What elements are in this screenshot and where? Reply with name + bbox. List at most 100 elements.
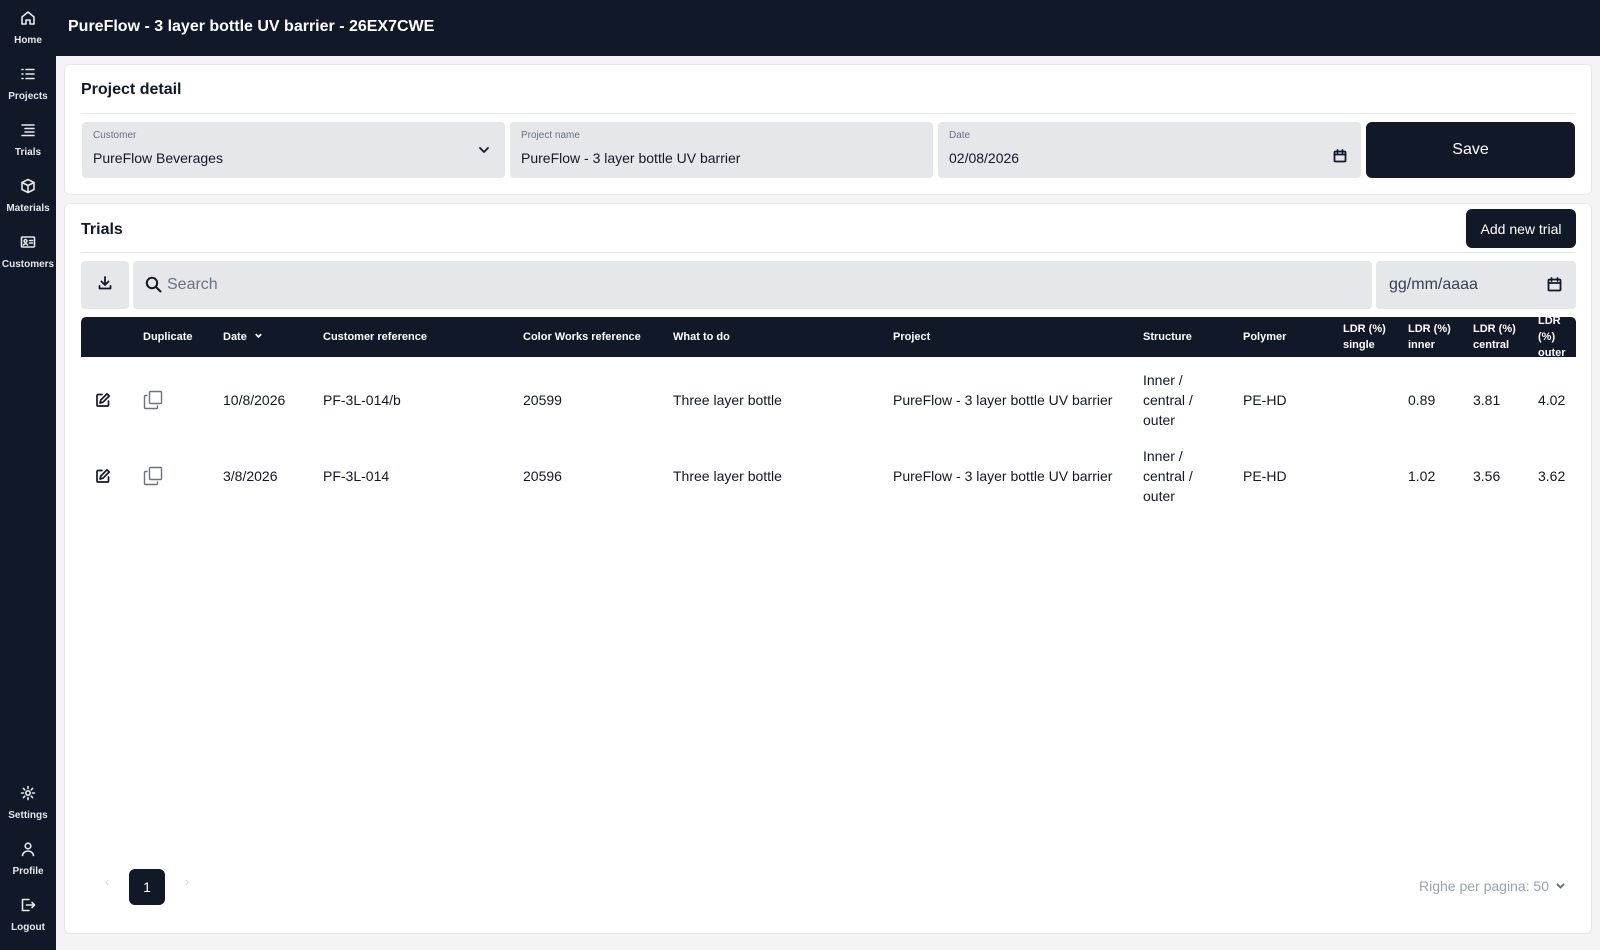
column-structure: Structure [1143, 331, 1192, 343]
cell-structure-line: Inner / [1143, 448, 1183, 464]
rows-per-page-label: Righe per pagina: 50 [1419, 878, 1549, 894]
cell-structure-line: outer [1143, 488, 1175, 504]
table-row[interactable]: 3/8/2026 PF-3L-014 20596 Three layer bot… [81, 438, 1576, 514]
download-icon [97, 275, 113, 296]
column-duplicate: Duplicate [143, 331, 193, 343]
project-detail-card: Project detail Customer PureFlow Beverag… [64, 64, 1592, 195]
edit-icon[interactable] [95, 438, 111, 514]
column-date[interactable]: Date [223, 317, 263, 357]
cell-ldr-central: 3.56 [1473, 468, 1501, 484]
sidebar-item-trials[interactable]: Trials [0, 122, 56, 172]
rows-per-page-select[interactable]: Righe per pagina: 50 [1419, 878, 1566, 894]
date-filter-input[interactable]: gg/mm/aaaa [1376, 261, 1576, 309]
home-icon [20, 10, 36, 31]
calendar-icon[interactable] [1333, 149, 1347, 163]
column-color-works-reference: Color Works reference [523, 331, 641, 343]
project-detail-title: Project detail [81, 81, 182, 98]
cell-structure-line: central / [1143, 392, 1193, 408]
sidebar-item-label: Trials [14, 147, 42, 158]
date-label: Date [949, 130, 971, 141]
column-ldr-inner-line2: inner [1408, 339, 1435, 351]
sidebar-item-label: Logout [11, 922, 45, 933]
date-filter-value: gg/mm/aaaa [1389, 276, 1478, 293]
column-customer-reference: Customer reference [323, 331, 427, 343]
column-ldr-outer: LDR (%) outer [1538, 315, 1576, 359]
column-date-label: Date [223, 331, 247, 343]
column-what-to-do: What to do [673, 331, 730, 343]
cell-structure: Inner / central / outer [1143, 362, 1193, 438]
customer-select[interactable]: Customer PureFlow Beverages [82, 122, 505, 178]
date-value: 02/08/2026 [949, 150, 1020, 166]
page-title: PureFlow - 3 layer bottle UV barrier - 2… [68, 18, 435, 35]
column-ldr-inner-line1: LDR (%) [1408, 323, 1451, 335]
chevron-right-icon: › [184, 873, 190, 889]
date-field[interactable]: Date 02/08/2026 [938, 122, 1361, 178]
sidebar-item-settings[interactable]: Settings [0, 785, 56, 835]
cell-polymer: PE-HD [1243, 468, 1287, 484]
sidebar-item-label: Projects [8, 91, 48, 102]
cell-date: 10/8/2026 [223, 392, 286, 408]
cell-what-to-do: Three layer bottle [673, 468, 782, 484]
column-polymer: Polymer [1243, 331, 1287, 343]
column-ldr-central-line1: LDR (%) [1473, 323, 1516, 335]
trials-card: Trials Add new trial [64, 203, 1592, 934]
sidebar-item-materials[interactable]: Materials [0, 178, 56, 228]
chevron-down-icon [247, 329, 263, 345]
sidebar-item-profile[interactable]: Profile [0, 841, 56, 891]
trials-title: Trials [81, 221, 123, 238]
cell-ldr-central: 3.81 [1473, 392, 1501, 408]
list-icon [20, 66, 36, 87]
previous-page-button[interactable]: ‹ [97, 871, 117, 891]
edit-icon[interactable] [95, 362, 111, 438]
page-button[interactable]: 1 [129, 869, 165, 905]
top-bar: PureFlow - 3 layer bottle UV barrier - 2… [56, 0, 1600, 56]
divider [81, 252, 1575, 253]
sidebar: Home Projects Trials Materials Customers… [0, 0, 56, 950]
sidebar-item-label: Materials [6, 203, 50, 214]
customer-value: PureFlow Beverages [93, 150, 223, 166]
cell-polymer: PE-HD [1243, 392, 1287, 408]
divider [81, 113, 1575, 114]
cell-structure-line: Inner / [1143, 372, 1183, 388]
search-input[interactable] [167, 261, 1347, 308]
column-ldr-inner: LDR (%) inner [1408, 317, 1451, 357]
cell-structure: Inner / central / outer [1143, 438, 1193, 514]
sidebar-item-label: Home [14, 35, 42, 46]
column-ldr-outer-line2: outer [1538, 347, 1566, 359]
next-page-button[interactable]: › [177, 871, 197, 891]
cell-date: 3/8/2026 [223, 468, 278, 484]
cell-ldr-outer: 4.02 [1538, 392, 1566, 408]
cell-customer-reference: PF-3L-014/b [323, 392, 401, 408]
project-name-value: PureFlow - 3 layer bottle UV barrier [521, 150, 741, 166]
table-row[interactable]: 10/8/2026 PF-3L-014/b 20599 Three layer … [81, 362, 1576, 438]
sidebar-item-label: Profile [12, 866, 44, 877]
cell-ldr-outer: 3.62 [1538, 468, 1566, 484]
cell-structure-line: central / [1143, 468, 1193, 484]
sidebar-item-label: Customers [1, 259, 55, 270]
logout-icon [20, 897, 36, 918]
cell-what-to-do: Three layer bottle [673, 392, 782, 408]
cell-project: PureFlow - 3 layer bottle UV barrier [893, 392, 1113, 408]
chevron-down-icon [477, 143, 491, 157]
sidebar-item-projects[interactable]: Projects [0, 66, 56, 116]
save-button[interactable]: Save [1366, 122, 1575, 178]
column-ldr-central: LDR (%) central [1473, 317, 1516, 357]
search-box[interactable] [133, 261, 1372, 309]
cell-ldr-inner: 1.02 [1408, 468, 1436, 484]
duplicate-icon[interactable] [143, 362, 163, 438]
sidebar-item-customers[interactable]: Customers [0, 234, 56, 284]
cell-ldr-inner: 0.89 [1408, 392, 1436, 408]
sidebar-item-logout[interactable]: Logout [0, 897, 56, 947]
cell-structure-line: outer [1143, 412, 1175, 428]
column-project: Project [893, 331, 931, 343]
project-name-field[interactable]: Project name PureFlow - 3 layer bottle U… [510, 122, 933, 178]
download-button[interactable] [81, 261, 129, 309]
add-new-trial-button[interactable]: Add new trial [1466, 209, 1576, 248]
sidebar-item-home[interactable]: Home [0, 10, 56, 60]
cell-customer-reference: PF-3L-014 [323, 468, 390, 484]
cell-color-works-reference: 20599 [523, 392, 562, 408]
id-card-icon [20, 234, 36, 255]
customer-label: Customer [93, 130, 137, 141]
cube-icon [20, 178, 36, 199]
duplicate-icon[interactable] [143, 438, 163, 514]
